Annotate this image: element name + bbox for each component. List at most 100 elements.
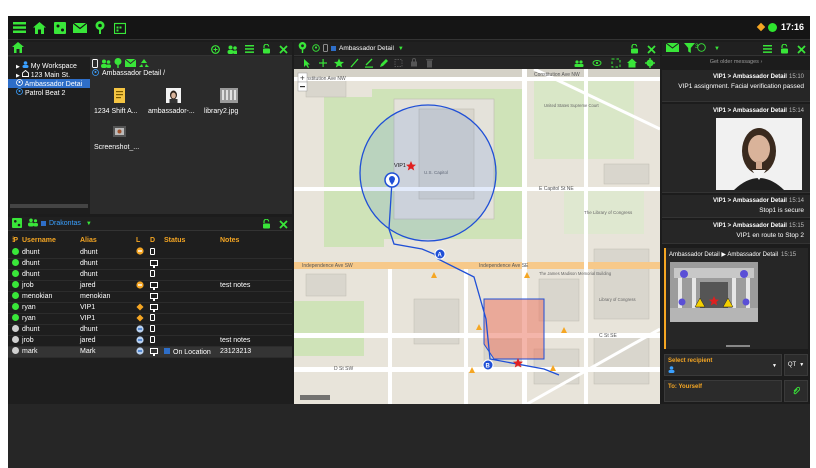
table-row[interactable]: jrob jared test notes xyxy=(8,280,292,292)
chat-message[interactable]: VIP1 > Ambassador Detail 15:14 xyxy=(662,104,810,193)
chevron-down-icon[interactable]: ▼ xyxy=(86,221,92,227)
tree-item-patrol-beat[interactable]: Patrol Beat 2 xyxy=(8,88,90,97)
chat-message[interactable]: VIP1 > Ambassador Detail 15:10 VIP1 assig… xyxy=(662,70,810,102)
attachment-button[interactable] xyxy=(784,380,808,402)
chevron-down-icon[interactable]: ▼ xyxy=(772,363,777,369)
older-messages-link[interactable]: Get older messages › xyxy=(662,59,810,65)
alert-photo[interactable] xyxy=(670,262,758,322)
users-grid-icon[interactable] xyxy=(51,19,68,36)
chat-message[interactable]: VIP1 > Ambassador Detail 15:15 VIP1 en ro… xyxy=(662,220,810,244)
filter-icon[interactable] xyxy=(684,42,695,55)
location-status-icon[interactable] xyxy=(136,302,144,313)
unlock-icon[interactable] xyxy=(261,219,271,229)
column-header-d[interactable]: D xyxy=(150,234,164,247)
file-item[interactable]: ambassador-... xyxy=(148,88,208,115)
waypoint-b-marker[interactable]: B xyxy=(482,359,494,371)
line-tool-icon[interactable] xyxy=(350,58,359,68)
add-circle-icon[interactable] xyxy=(210,44,220,54)
close-icon[interactable] xyxy=(646,44,656,54)
unlock-icon[interactable] xyxy=(779,44,789,54)
location-status-icon[interactable] xyxy=(136,335,144,346)
column-header-username[interactable]: Username xyxy=(22,234,80,247)
table-row[interactable]: dhunt dhunt xyxy=(8,324,292,336)
table-row[interactable]: menokian menokian xyxy=(8,291,292,303)
location-status-icon[interactable] xyxy=(136,324,144,335)
alert-message-card[interactable]: Ambassador Detail ▶ Ambassador Detail 15:… xyxy=(664,248,808,349)
recipient-select[interactable]: Select recipient ▼ xyxy=(664,354,782,376)
table-row[interactable]: jrob jared test notes xyxy=(8,335,292,347)
home-view-icon[interactable] xyxy=(627,58,637,68)
mail-icon[interactable] xyxy=(71,19,88,36)
map-title[interactable]: Ambassador Detail xyxy=(339,45,394,52)
file-item[interactable]: library2.jpg xyxy=(204,88,264,115)
share-users-icon[interactable] xyxy=(227,44,237,54)
workspace-home-icon[interactable] xyxy=(12,42,24,55)
unlock-icon[interactable] xyxy=(629,44,639,54)
tree-scrollbar[interactable] xyxy=(10,204,88,208)
close-icon[interactable] xyxy=(278,219,288,229)
vip-location-marker[interactable] xyxy=(384,172,400,188)
recycle-icon[interactable] xyxy=(139,58,149,70)
quick-text-button[interactable]: QT ▼ xyxy=(784,354,808,376)
calendar-icon[interactable] xyxy=(111,19,128,36)
table-row[interactable]: mark Mark On Location 23123213 xyxy=(8,346,292,358)
column-header-notes[interactable]: Notes xyxy=(220,234,292,247)
unlock-icon[interactable] xyxy=(261,44,271,54)
fullscreen-icon[interactable] xyxy=(611,58,621,68)
table-row[interactable]: dhunt dhunt xyxy=(8,269,292,281)
chat-message[interactable]: VIP1 > Ambassador Detail 15:14 Stop1 is s… xyxy=(662,195,810,218)
location-status-icon[interactable] xyxy=(136,280,144,291)
table-row[interactable]: dhunt dhunt xyxy=(8,247,292,259)
map-canvas[interactable]: Constitution Ave NW Constitution Ave NW … xyxy=(294,69,660,404)
map-pin-icon[interactable] xyxy=(91,19,108,36)
zoom-out-button[interactable] xyxy=(297,81,308,92)
tree-item-main-st[interactable]: ▶ 123 Main St. xyxy=(8,69,90,79)
location-status-icon[interactable] xyxy=(136,346,144,357)
waypoint-a-marker[interactable]: A xyxy=(434,248,446,260)
location-status-icon[interactable] xyxy=(136,313,144,324)
table-row[interactable]: ryan VIP1 xyxy=(8,313,292,325)
hamburger-menu-icon[interactable] xyxy=(11,19,28,36)
breadcrumb[interactable]: Ambassador Detail / xyxy=(92,69,165,78)
table-row[interactable]: ryan VIP1 xyxy=(8,302,292,314)
column-header-alias[interactable]: Alias xyxy=(80,234,136,247)
chevron-down-icon[interactable]: ▼ xyxy=(714,46,720,52)
column-header-status[interactable]: Status xyxy=(164,234,220,247)
share-users-icon[interactable] xyxy=(101,59,111,70)
location-status-icon[interactable] xyxy=(136,247,144,257)
settings-gear-icon[interactable] xyxy=(645,58,655,68)
attached-photo[interactable] xyxy=(716,118,802,190)
mail-icon[interactable] xyxy=(124,58,137,69)
table-row[interactable]: dhunt dhunt xyxy=(8,258,292,270)
file-item[interactable]: Screenshot_... xyxy=(94,124,154,151)
chevron-down-icon[interactable]: ▼ xyxy=(398,46,404,52)
mail-icon[interactable] xyxy=(665,42,680,54)
list-icon[interactable] xyxy=(762,44,772,54)
zoom-in-button[interactable]: + xyxy=(297,72,308,83)
draw-underline-tool-icon[interactable] xyxy=(365,58,373,68)
users-grid-icon[interactable] xyxy=(12,217,22,230)
list-icon[interactable] xyxy=(244,44,254,54)
file-item[interactable]: 1234 Shift A... xyxy=(94,88,154,115)
column-header-l[interactable]: L xyxy=(136,234,150,247)
move-tool-icon[interactable] xyxy=(319,59,327,67)
close-icon[interactable] xyxy=(278,44,288,54)
edit-tool-icon[interactable] xyxy=(380,59,388,67)
home-icon[interactable] xyxy=(31,19,48,36)
star-tool-icon[interactable] xyxy=(334,58,344,68)
visibility-eye-icon[interactable] xyxy=(592,60,602,66)
column-header-p[interactable]: ⁞P xyxy=(8,234,22,247)
phone-icon[interactable] xyxy=(92,58,98,70)
message-input[interactable]: To: Yourself xyxy=(664,380,782,402)
tree-item-ambassador-detail[interactable]: Ambassador Detai xyxy=(8,79,90,88)
geofence-circle[interactable] xyxy=(359,104,497,242)
restricted-zone[interactable] xyxy=(483,298,545,360)
group-title[interactable]: Drakontas xyxy=(49,220,81,227)
map-pin-icon[interactable] xyxy=(298,42,307,55)
pointer-tool-icon[interactable] xyxy=(304,59,310,68)
layers-users-icon[interactable] xyxy=(574,60,584,67)
tree-item-my-workspace[interactable]: ▶ My Workspace xyxy=(8,61,90,70)
resize-handle[interactable] xyxy=(726,345,750,347)
close-icon[interactable] xyxy=(796,44,806,54)
alert-diamond-icon[interactable] xyxy=(756,22,766,32)
